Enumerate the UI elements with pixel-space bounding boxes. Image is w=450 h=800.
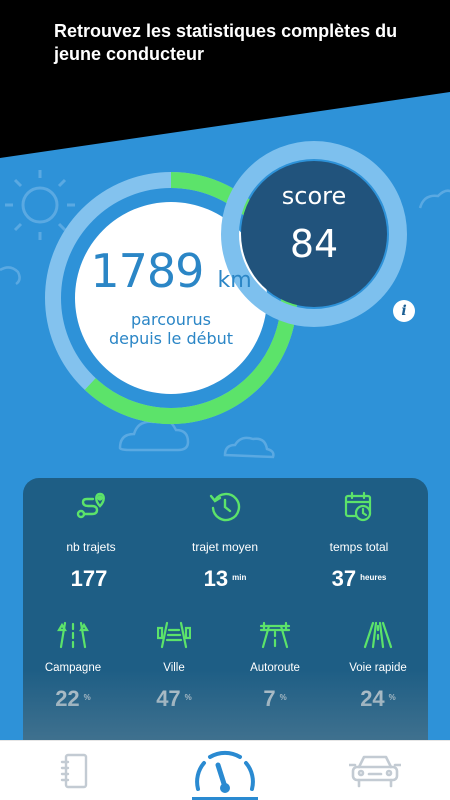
car-icon (349, 755, 401, 788)
stat-value: 177 (70, 566, 108, 591)
stat-value: 37 (331, 566, 357, 591)
highway-icon (259, 621, 291, 649)
road-city: Ville 47% (129, 620, 219, 712)
stat-label: trajet moyen (191, 540, 259, 554)
notebook-icon (60, 753, 88, 789)
car-tab[interactable] (300, 741, 450, 800)
road-value: 22 (55, 686, 80, 711)
score-label: score (281, 182, 347, 210)
distance-caption-line1: parcourus (131, 310, 211, 329)
road-unit: % (279, 693, 287, 702)
bottom-tab-bar (0, 740, 450, 800)
stat-trips: nb trajets 177 (31, 490, 151, 592)
info-icon[interactable]: i (393, 300, 415, 322)
calendar-clock-icon (344, 491, 372, 522)
distance-summary: 1789 km parcourus depuis le début (77, 204, 265, 392)
history-clock-icon (209, 492, 241, 522)
road-unit: % (388, 693, 396, 702)
stats-card: nb trajets 177 trajet moyen 13 min temps … (23, 478, 428, 740)
road-value: 24 (360, 686, 385, 711)
stat-label: nb trajets (66, 540, 116, 554)
road-value: 7 (263, 686, 276, 711)
stat-value: 13 (203, 566, 229, 591)
road-country: Campagne 22% (28, 620, 118, 712)
city-road-icon (157, 621, 191, 649)
road-label: Campagne (44, 662, 102, 674)
header-title: Retrouvez les statistiques complètes du … (54, 21, 398, 64)
road-highway: Autoroute 7% (230, 620, 320, 712)
road-value: 47 (156, 686, 181, 711)
expressway-icon (363, 621, 393, 649)
road-unit: % (83, 693, 91, 702)
distance-unit: km (217, 268, 252, 293)
distance-caption: parcourus depuis le début (109, 310, 233, 348)
stat-average-trip: trajet moyen 13 min (165, 490, 285, 592)
road-unit: % (184, 693, 192, 702)
country-road-icon (57, 621, 89, 649)
notebook-tab[interactable] (0, 741, 150, 800)
speedometer-icon (195, 750, 255, 793)
stat-total-time: temps total 37 heures (299, 490, 419, 592)
stat-unit: heures (360, 573, 387, 582)
score-value: 84 (289, 222, 339, 266)
road-expressway: Voie rapide 24% (333, 620, 423, 712)
route-icon (76, 492, 105, 519)
distance-caption-line2: depuis le début (108, 329, 234, 348)
road-label: Ville (163, 662, 185, 674)
stat-unit: min (232, 573, 247, 582)
distance-value: 1789 (90, 244, 204, 298)
road-label: Autoroute (250, 662, 300, 674)
dashboard-tab[interactable] (150, 741, 300, 800)
road-label: Voie rapide (349, 662, 407, 674)
stat-label: temps total (329, 540, 389, 554)
